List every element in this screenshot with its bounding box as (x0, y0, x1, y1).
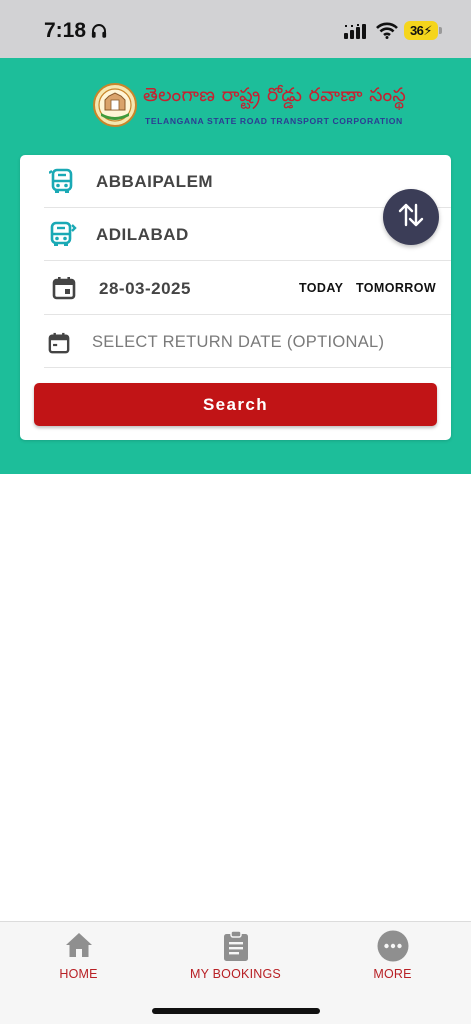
home-icon (64, 930, 94, 965)
home-indicator (152, 1008, 320, 1014)
search-button[interactable]: Search (34, 383, 437, 426)
swap-arrows-icon (396, 200, 426, 235)
battery-indicator: 36 ⚡ (404, 21, 442, 40)
nav-more[interactable]: MORE (314, 922, 471, 992)
wifi-icon (376, 22, 398, 44)
status-time: 7:18 (44, 19, 87, 42)
charging-bolt-icon: ⚡ (423, 22, 433, 38)
clipboard-icon (221, 930, 251, 967)
bus-departure-icon (48, 167, 77, 200)
journey-date-field[interactable]: 28-03-2025 TODAY TOMORROW (44, 261, 451, 315)
today-button[interactable]: TODAY (299, 281, 343, 295)
swap-locations-button[interactable] (383, 189, 439, 245)
brand-name-telugu: తెలంగాణ రాష్ట్ర రోడ్డు రవాణా సంస్థ (143, 84, 407, 106)
journey-date-value: 28-03-2025 (99, 279, 191, 298)
tomorrow-button[interactable]: TOMORROW (356, 281, 436, 295)
nav-my-bookings[interactable]: MY BOOKINGS (157, 922, 314, 992)
status-bar: 7:18 36 ⚡ (0, 0, 471, 58)
nav-home[interactable]: HOME (0, 922, 157, 992)
nav-home-label: HOME (59, 967, 98, 981)
nav-my-bookings-label: MY BOOKINGS (190, 967, 281, 981)
battery-level: 36 (409, 23, 424, 38)
return-date-placeholder: SELECT RETURN DATE (OPTIONAL) (92, 333, 385, 351)
calendar-icon (52, 276, 76, 305)
return-date-field[interactable]: SELECT RETURN DATE (OPTIONAL) (44, 315, 451, 368)
nav-more-label: MORE (373, 967, 412, 981)
cellular-signal-icon (344, 24, 368, 45)
headphones-icon (90, 22, 108, 45)
journey-search-card: ABBAIPALEM ADILABAD 28-03-2025 TODAY TOM… (20, 155, 451, 440)
to-location-value: ADILABAD (96, 225, 189, 244)
brand-name-english: TELANGANA STATE ROAD TRANSPORT CORPORATI… (145, 116, 403, 126)
tsrtc-logo (93, 83, 137, 127)
more-options-icon (377, 930, 409, 967)
from-location-value: ABBAIPALEM (96, 172, 214, 191)
bus-arrival-icon (49, 220, 77, 253)
calendar-icon (48, 332, 70, 359)
